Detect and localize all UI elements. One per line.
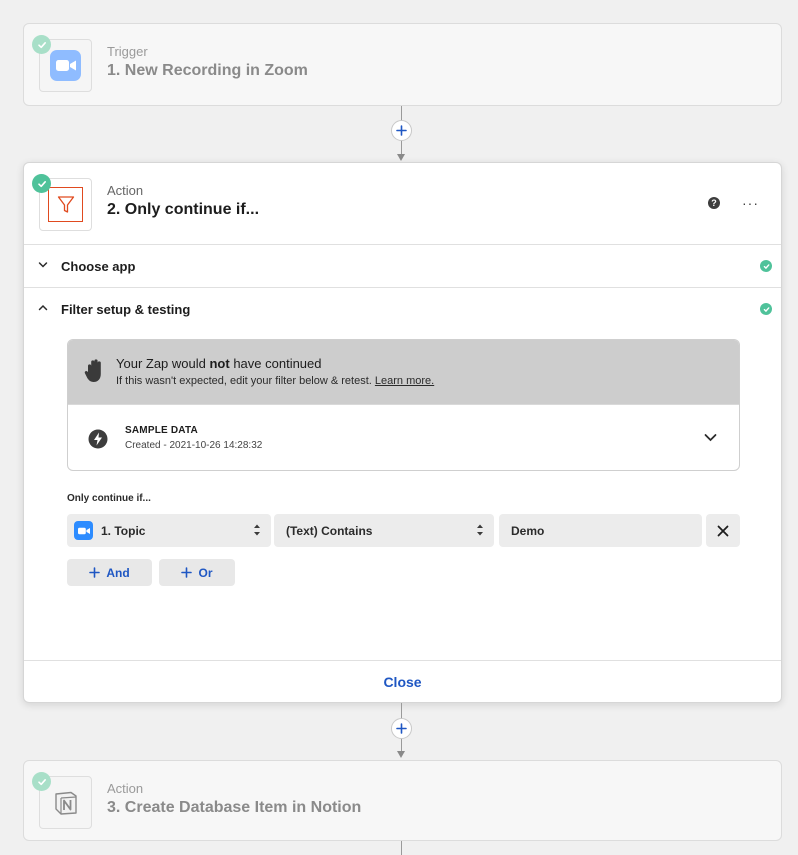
sample-data-row[interactable]: SAMPLE DATA Created - 2021-10-26 14:28:3… (68, 404, 739, 470)
filter-operator-select[interactable]: (Text) Contains (274, 514, 494, 547)
close-icon (717, 525, 729, 536)
plus-icon (89, 567, 101, 578)
close-button[interactable]: Close (24, 660, 781, 702)
step-type-label: Trigger (107, 44, 148, 59)
trigger-step-card[interactable]: Trigger 1. New Recording in Zoom (23, 23, 782, 106)
section-label: Choose app (61, 258, 136, 274)
sample-data-title: SAMPLE DATA (125, 425, 198, 436)
section-complete-check-icon (760, 260, 772, 272)
result-banner: Your Zap would not have continued If thi… (68, 340, 739, 404)
filter-field-select[interactable]: 1. Topic (67, 514, 271, 547)
remove-rule-button[interactable] (706, 514, 740, 547)
step-title: 1. New Recording in Zoom (107, 62, 308, 79)
add-step-button[interactable] (391, 718, 412, 739)
chevron-down-icon[interactable] (704, 433, 717, 442)
sample-data-date: Created - 2021-10-26 14:28:32 (125, 440, 263, 451)
add-step-button[interactable] (391, 120, 412, 141)
step-type-label: Action (107, 781, 144, 796)
help-icon[interactable]: ? (708, 197, 720, 209)
hand-stop-icon (84, 359, 101, 382)
bolt-icon (88, 429, 108, 449)
plus-icon (396, 125, 407, 136)
filter-step-card: Action 2. Only continue if... ? ··· Choo… (23, 162, 782, 703)
plus-icon (181, 567, 193, 578)
filter-funnel-icon (57, 195, 74, 213)
result-subtitle: If this wasn't expected, edit your filte… (116, 375, 435, 387)
section-choose-app[interactable]: Choose app (24, 245, 781, 288)
notion-step-card[interactable]: Action 3. Create Database Item in Notion (23, 760, 782, 841)
step-complete-check-icon (32, 174, 51, 193)
chevron-down-icon (38, 262, 48, 268)
add-and-condition-button[interactable]: And (67, 559, 152, 586)
filter-test-result: Your Zap would not have continued If thi… (67, 339, 740, 471)
plus-icon (396, 723, 407, 734)
filter-value-input[interactable]: Demo (499, 514, 702, 547)
notion-logo-icon (54, 791, 77, 815)
select-sort-icon (254, 524, 260, 536)
step-type-label: Action (107, 183, 144, 198)
learn-more-link[interactable]: Learn more. (375, 375, 434, 387)
step-complete-check-icon (32, 772, 51, 791)
section-complete-check-icon (760, 303, 772, 315)
step-complete-check-icon (32, 35, 51, 54)
filter-value-text: Demo (511, 523, 545, 538)
zoom-mini-icon (74, 521, 93, 540)
result-title: Your Zap would not have continued (116, 356, 322, 371)
filter-operator-value: (Text) Contains (286, 523, 373, 538)
step-title: 2. Only continue if... (107, 201, 260, 218)
add-or-condition-button[interactable]: Or (159, 559, 235, 586)
chevron-up-icon (38, 304, 48, 311)
more-options-icon[interactable]: ··· (742, 196, 759, 210)
section-filter-setup[interactable]: Filter setup & testing (24, 288, 781, 331)
arrow-down-icon (397, 154, 405, 161)
connector-line (401, 841, 402, 855)
arrow-down-icon (397, 751, 405, 758)
select-sort-icon (477, 524, 483, 536)
filter-field-value: 1. Topic (101, 523, 146, 538)
step-title: 3. Create Database Item in Notion (107, 799, 362, 816)
section-label: Filter setup & testing (61, 302, 191, 317)
filter-rule-label: Only continue if... (67, 493, 151, 504)
